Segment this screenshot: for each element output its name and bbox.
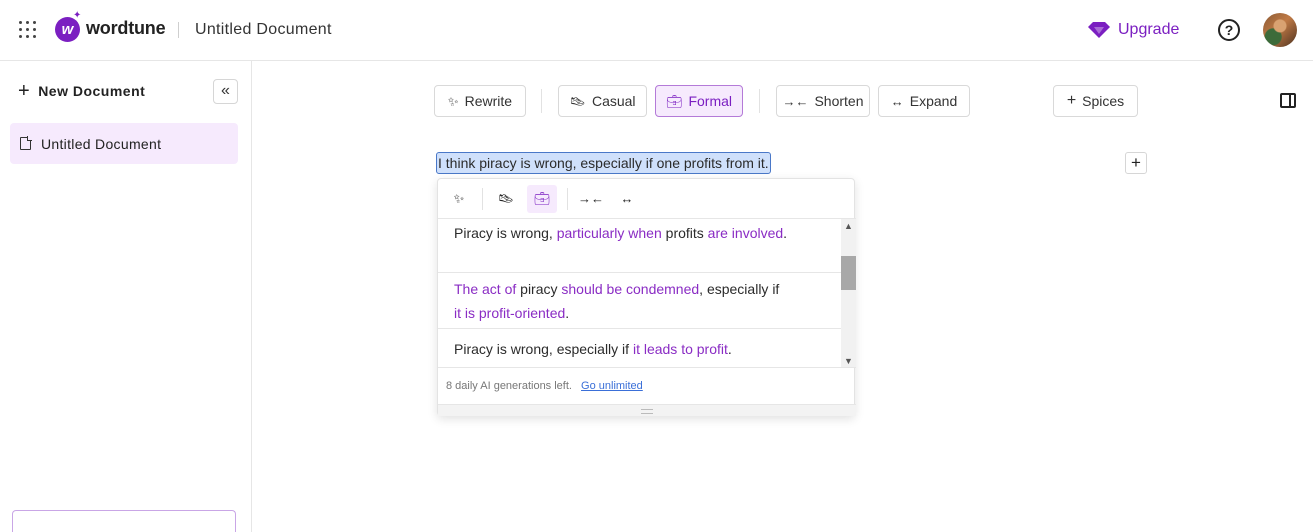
suggestion-change: it is profit-oriented xyxy=(454,305,566,321)
popup-toolbar-divider xyxy=(567,188,568,210)
sparkle-icon: ✦ xyxy=(73,10,82,21)
help-icon[interactable]: ? xyxy=(1218,19,1240,41)
toolbar-divider xyxy=(759,89,760,113)
suggestion-change: should be condemned xyxy=(561,281,700,297)
sidebar: + New Document « Untitled Document xyxy=(0,61,252,532)
suggestion-item[interactable]: Piracy is wrong, especially if it leads … xyxy=(438,337,841,365)
suggestion-item[interactable]: The act of piracy should be condemned, e… xyxy=(438,277,841,329)
shorten-button[interactable]: →← Shorten xyxy=(776,85,870,117)
document-icon xyxy=(20,136,32,150)
document-title[interactable]: Untitled Document xyxy=(195,21,332,39)
sidebar-item-untitled-document[interactable]: Untitled Document xyxy=(10,123,238,164)
magic-wand-icon[interactable]: ✨︎ xyxy=(444,185,474,213)
toolbar-divider xyxy=(541,89,542,113)
suggestion-text: . xyxy=(783,225,788,241)
sneaker-icon[interactable]: 👟︎ xyxy=(491,185,521,213)
suggestion-change: particularly when xyxy=(556,225,662,241)
upgrade-label: Upgrade xyxy=(1118,21,1180,38)
spices-label: Spices xyxy=(1082,93,1125,109)
suggestion-item[interactable]: Piracy is wrong, particularly when profi… xyxy=(438,221,841,273)
suggestion-list: Piracy is wrong, particularly when profi… xyxy=(438,219,841,367)
formal-button[interactable]: 💼︎ Formal xyxy=(655,85,743,117)
popup-toolbar: ✨︎ 👟︎ 💼︎ →← ↔ xyxy=(438,179,856,219)
new-document-label: New Document xyxy=(38,83,146,99)
diamond-icon xyxy=(1088,22,1110,38)
rewrite-label: Rewrite xyxy=(464,93,513,109)
collapse-sidebar-button[interactable]: « xyxy=(213,79,238,104)
suggestions-scrollbar[interactable]: ▲ ▼ xyxy=(841,219,856,367)
side-panel-toggle-icon[interactable] xyxy=(1280,93,1296,108)
suggestion-text: Piracy is wrong, especially if xyxy=(454,341,633,357)
expand-icon[interactable]: ↔ xyxy=(612,185,642,213)
apps-grid-icon[interactable] xyxy=(19,21,37,39)
suggestion-change: The act of xyxy=(454,281,517,297)
suggestion-text: profits xyxy=(661,225,708,241)
magic-wand-icon: ✨︎ xyxy=(447,93,459,109)
expand-icon: ↔ xyxy=(890,93,904,109)
rewrite-suggestions-popup: ✨︎ 👟︎ 💼︎ →← ↔ Piracy is wrong, particula… xyxy=(437,178,856,416)
sidebar-item-label: Untitled Document xyxy=(41,135,162,152)
selected-sentence[interactable]: I think piracy is wrong, especially if o… xyxy=(436,152,771,174)
sneaker-icon: 👟︎ xyxy=(569,93,586,109)
shorten-label: Shorten xyxy=(814,93,864,109)
shorten-icon[interactable]: →← xyxy=(576,185,606,213)
formal-label: Formal xyxy=(688,93,733,109)
plus-icon: + xyxy=(18,80,31,102)
rewrite-button[interactable]: ✨︎ Rewrite xyxy=(434,85,526,117)
scroll-down-icon[interactable]: ▼ xyxy=(841,356,856,366)
resize-handle[interactable] xyxy=(438,404,856,416)
add-block-button[interactable]: + xyxy=(1125,152,1147,174)
plus-icon: + xyxy=(1066,92,1077,109)
scroll-up-icon[interactable]: ▲ xyxy=(841,221,856,231)
shorten-icon: →← xyxy=(782,93,809,109)
casual-button[interactable]: 👟︎ Casual xyxy=(558,85,647,117)
briefcase-icon: 💼︎ xyxy=(665,93,683,109)
user-avatar[interactable] xyxy=(1263,13,1297,47)
suggestion-text: piracy xyxy=(516,281,562,297)
suggestion-text: , especially if xyxy=(699,281,780,297)
suggestion-text: Piracy is wrong, xyxy=(454,225,557,241)
popup-toolbar-divider xyxy=(482,188,483,210)
new-document-button[interactable]: + New Document xyxy=(18,80,146,102)
suggestion-change: are involved xyxy=(707,225,784,241)
top-header: w ✦ wordtune Untitled Document Upgrade ? xyxy=(0,0,1313,61)
expand-button[interactable]: ↔ Expand xyxy=(878,85,970,117)
spices-button[interactable]: + Spices xyxy=(1053,85,1138,117)
suggestion-change: it leads to profit xyxy=(632,341,728,357)
sidebar-bottom-box[interactable] xyxy=(12,510,236,532)
brand-name[interactable]: wordtune xyxy=(86,18,166,39)
go-unlimited-link[interactable]: Go unlimited xyxy=(581,380,643,392)
upgrade-button[interactable]: Upgrade xyxy=(1088,19,1179,41)
scrollbar-thumb[interactable] xyxy=(841,256,856,290)
suggestion-text: . xyxy=(565,305,570,321)
briefcase-icon[interactable]: 💼︎ xyxy=(527,185,557,213)
generations-left-text: 8 daily AI generations left. xyxy=(446,380,572,392)
suggestion-text: . xyxy=(727,341,732,357)
expand-label: Expand xyxy=(909,93,958,109)
popup-footer: 8 daily AI generations left. Go unlimite… xyxy=(438,367,856,404)
header-divider xyxy=(178,22,179,38)
casual-label: Casual xyxy=(591,93,636,109)
